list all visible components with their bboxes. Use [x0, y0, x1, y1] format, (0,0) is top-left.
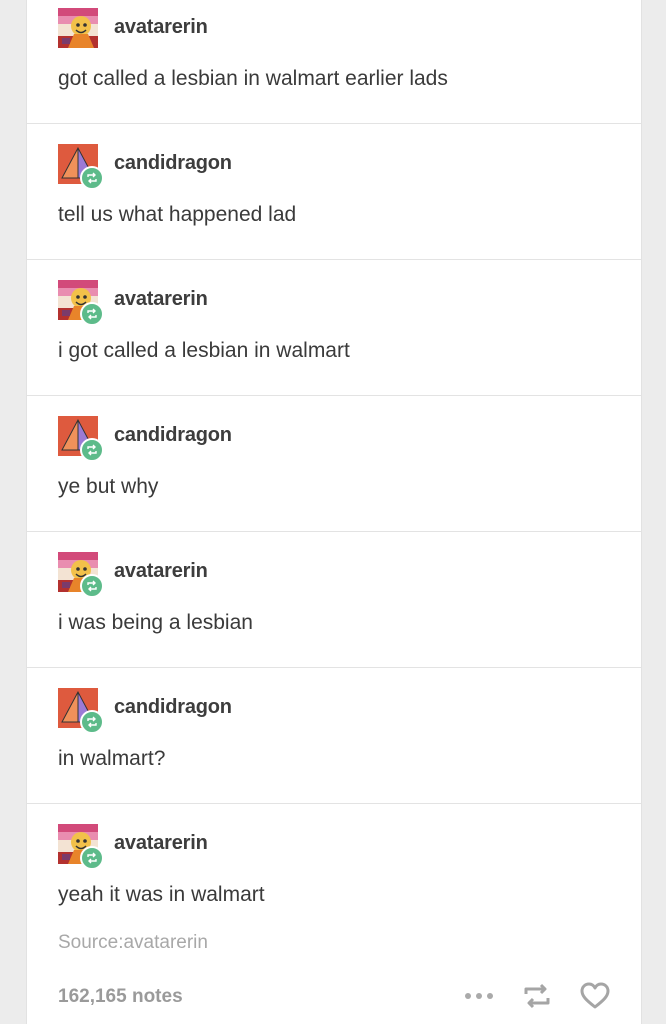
reblog-badge-icon [80, 166, 104, 190]
username[interactable]: avatarerin [114, 832, 208, 855]
avatar[interactable] [58, 8, 98, 48]
thread-entry: avatarerin yeah it was in walmart Source… [27, 804, 641, 1024]
username[interactable]: avatarerin [114, 16, 208, 39]
post-card: avatarerin got called a lesbian in walma… [26, 0, 642, 1024]
avatar[interactable] [58, 552, 104, 598]
thread-entry: candidragon tell us what happened lad [27, 124, 641, 260]
avatar[interactable] [58, 280, 104, 326]
heart-icon[interactable] [577, 978, 613, 1014]
more-icon[interactable] [461, 978, 497, 1014]
source-name[interactable]: avatarerin [123, 932, 208, 953]
message-text: ye but why [58, 475, 159, 498]
reblog-badge-icon [80, 846, 104, 870]
post-footer: 162,165 notes [27, 974, 641, 1024]
username[interactable]: candidragon [114, 696, 232, 719]
reblog-icon[interactable] [519, 978, 555, 1014]
avatar[interactable] [58, 824, 104, 870]
message-text: got called a lesbian in walmart earlier … [58, 67, 448, 90]
thread-entry: candidragon ye but why [27, 396, 641, 532]
reblog-badge-icon [80, 302, 104, 326]
message-text: i got called a lesbian in walmart [58, 339, 350, 362]
message-text: i was being a lesbian [58, 611, 253, 634]
tumblr-post-page: avatarerin got called a lesbian in walma… [0, 0, 666, 1024]
message-text: tell us what happened lad [58, 203, 297, 226]
notes-count[interactable]: 162,165 notes [58, 986, 183, 1008]
username[interactable]: candidragon [114, 152, 232, 175]
thread-entry: avatarerin i got called a lesbian in wal… [27, 260, 641, 396]
avatar[interactable] [58, 416, 104, 462]
reblog-badge-icon [80, 574, 104, 598]
thread-entry: avatarerin i was being a lesbian [27, 532, 641, 668]
avatarerin-avatar-icon [58, 8, 98, 48]
avatar[interactable] [58, 144, 104, 190]
reblog-badge-icon [80, 710, 104, 734]
message-text: in walmart? [58, 747, 166, 770]
post-actions [461, 978, 613, 1014]
message-text: yeah it was in walmart [58, 883, 265, 906]
source-attribution[interactable]: Source:avatarerin [58, 932, 208, 954]
thread-entry: candidragon in walmart? [27, 668, 641, 804]
avatar[interactable] [58, 688, 104, 734]
username[interactable]: avatarerin [114, 560, 208, 583]
source-label: Source: [58, 932, 124, 953]
username[interactable]: candidragon [114, 424, 232, 447]
username[interactable]: avatarerin [114, 288, 208, 311]
reblog-badge-icon [80, 438, 104, 462]
thread-entry: avatarerin got called a lesbian in walma… [27, 0, 641, 124]
